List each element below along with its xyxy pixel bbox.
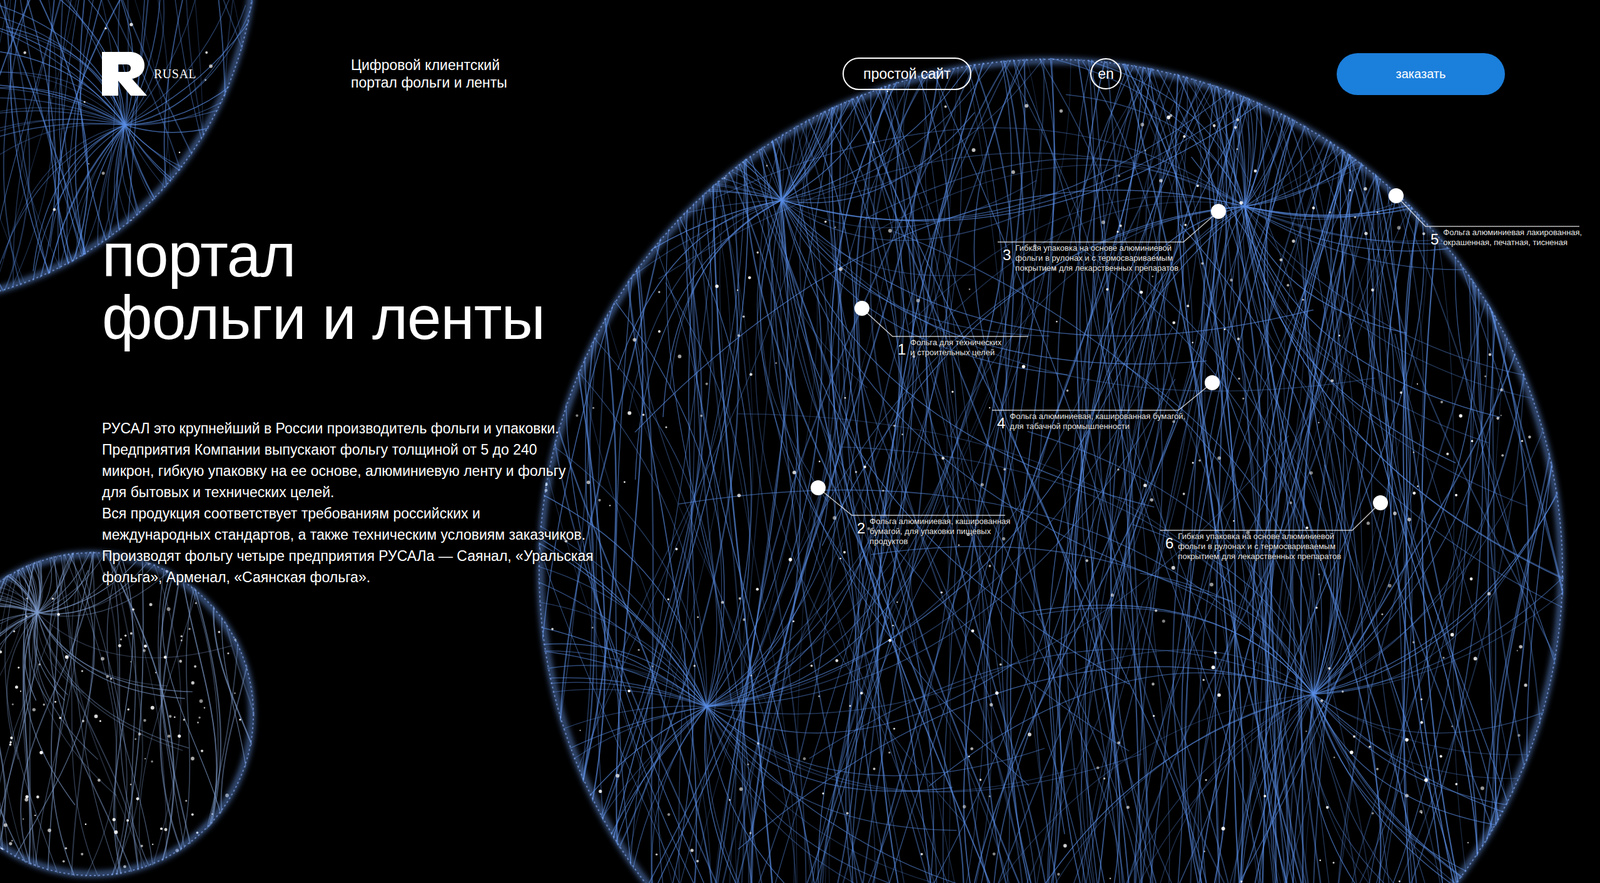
description-line: Вся продукция соответствует требованиям …	[101, 502, 1505, 525]
callout-text: Гибкая упаковка на основе алюминиевойфол…	[1177, 531, 1342, 562]
order-button[interactable]: заказать	[1336, 53, 1505, 96]
callout-line: продуктов	[869, 536, 1011, 547]
callout-number: 1	[897, 341, 906, 358]
hero-title-line: портал	[101, 223, 1505, 287]
callout-dot[interactable]	[1388, 188, 1404, 204]
callout-dot[interactable]	[1210, 203, 1226, 219]
callout-dot[interactable]	[1204, 375, 1220, 391]
callout-dot[interactable]	[854, 300, 870, 316]
callout-line: бумагой, для упаковки пищевых	[869, 526, 1011, 537]
description-line: РУСАЛ это крупнейший в России производит…	[101, 417, 1505, 440]
callout-line: Фольга для технических	[910, 337, 1002, 348]
callout-text: Фольга для техническихи строительных цел…	[910, 337, 1002, 358]
hero-description: РУСАЛ это крупнейший в России производит…	[101, 417, 1505, 588]
callout-number: 6	[1165, 535, 1174, 552]
callout-line: покрытием для лекарственных препаратов	[1015, 263, 1179, 274]
subtitle-line: портал фольги и ленты	[350, 73, 843, 92]
callout-number: 2	[856, 520, 866, 537]
callout-number: 4	[997, 415, 1006, 432]
callout-line: Фольга алюминиевая, кашированная бумагой…	[1009, 411, 1186, 422]
product-callout[interactable]: 3Гибкая упаковка на основе алюминиевойфо…	[1002, 243, 1179, 274]
product-callout[interactable]: 6Гибкая упаковка на основе алюминиевойфо…	[1165, 531, 1342, 562]
header: RUSAL Цифровой клиентскийпортал фольги и …	[101, 51, 1505, 96]
callout-line: фольги в рулонах и с термосвариваемым	[1015, 253, 1179, 264]
description-line: Предприятия Компании выпускают фольгу то…	[101, 439, 1505, 461]
callout-dot[interactable]	[1372, 495, 1388, 511]
hero-title-line: фольги и ленты	[101, 286, 1505, 350]
product-callout[interactable]: 1Фольга для техническихи строительных це…	[897, 337, 1002, 358]
callout-line: Гибкая упаковка на основе алюминиевой	[1177, 531, 1342, 542]
callout-line: Фольга алюминиевая лакированная,	[1443, 227, 1582, 238]
language-button[interactable]: en	[1090, 58, 1122, 90]
product-callout[interactable]: 2Фольга алюминиевая, кашированнаябумагой…	[856, 516, 1011, 547]
description-line: фольга», Арменал, «Саянская фольга».	[101, 566, 1505, 588]
callout-dot[interactable]	[810, 480, 826, 496]
callout-line: окрашенная, печатная, тисненая	[1443, 237, 1582, 248]
callout-text: Фольга алюминиевая лакированная,окрашенн…	[1443, 227, 1582, 248]
callout-line: Гибкая упаковка на основе алюминиевой	[1015, 243, 1179, 254]
callout-line: и строительных целей	[910, 347, 1002, 358]
description-line: микрон, гибкую упаковку на ее основе, ал…	[101, 460, 1505, 482]
product-callout[interactable]: 4Фольга алюминиевая, кашированная бумаго…	[997, 411, 1186, 432]
simple-site-button[interactable]: простой сайт	[842, 57, 972, 91]
callout-line: Фольга алюминиевая, кашированная	[869, 516, 1011, 527]
callout-line: фольги в рулонах и с термосвариваемым	[1177, 541, 1342, 552]
product-callout[interactable]: 5Фольга алюминиевая лакированная,окрашен…	[1430, 227, 1582, 248]
rusal-logo-icon	[101, 51, 148, 96]
hero-title: порталфольги и ленты	[101, 223, 1505, 350]
portal-subtitle: Цифровой клиентскийпортал фольги и ленты	[350, 56, 843, 92]
callout-text: Гибкая упаковка на основе алюминиевойфол…	[1015, 243, 1179, 274]
callout-line: покрытием для лекарственных препаратов	[1177, 551, 1342, 562]
subtitle-line: Цифровой клиентский	[350, 56, 843, 74]
callout-number: 3	[1002, 247, 1011, 264]
callout-number: 5	[1430, 231, 1439, 248]
logo-text: RUSAL	[153, 66, 197, 82]
callout-text: Фольга алюминиевая, кашированнаябумагой,…	[869, 516, 1011, 547]
callout-line: для табачной промышленности	[1009, 421, 1186, 432]
callout-text: Фольга алюминиевая, кашированная бумагой…	[1009, 411, 1186, 432]
description-line: для бытовых и технических целей.	[101, 481, 1505, 503]
logo[interactable]: RUSAL	[101, 51, 351, 96]
